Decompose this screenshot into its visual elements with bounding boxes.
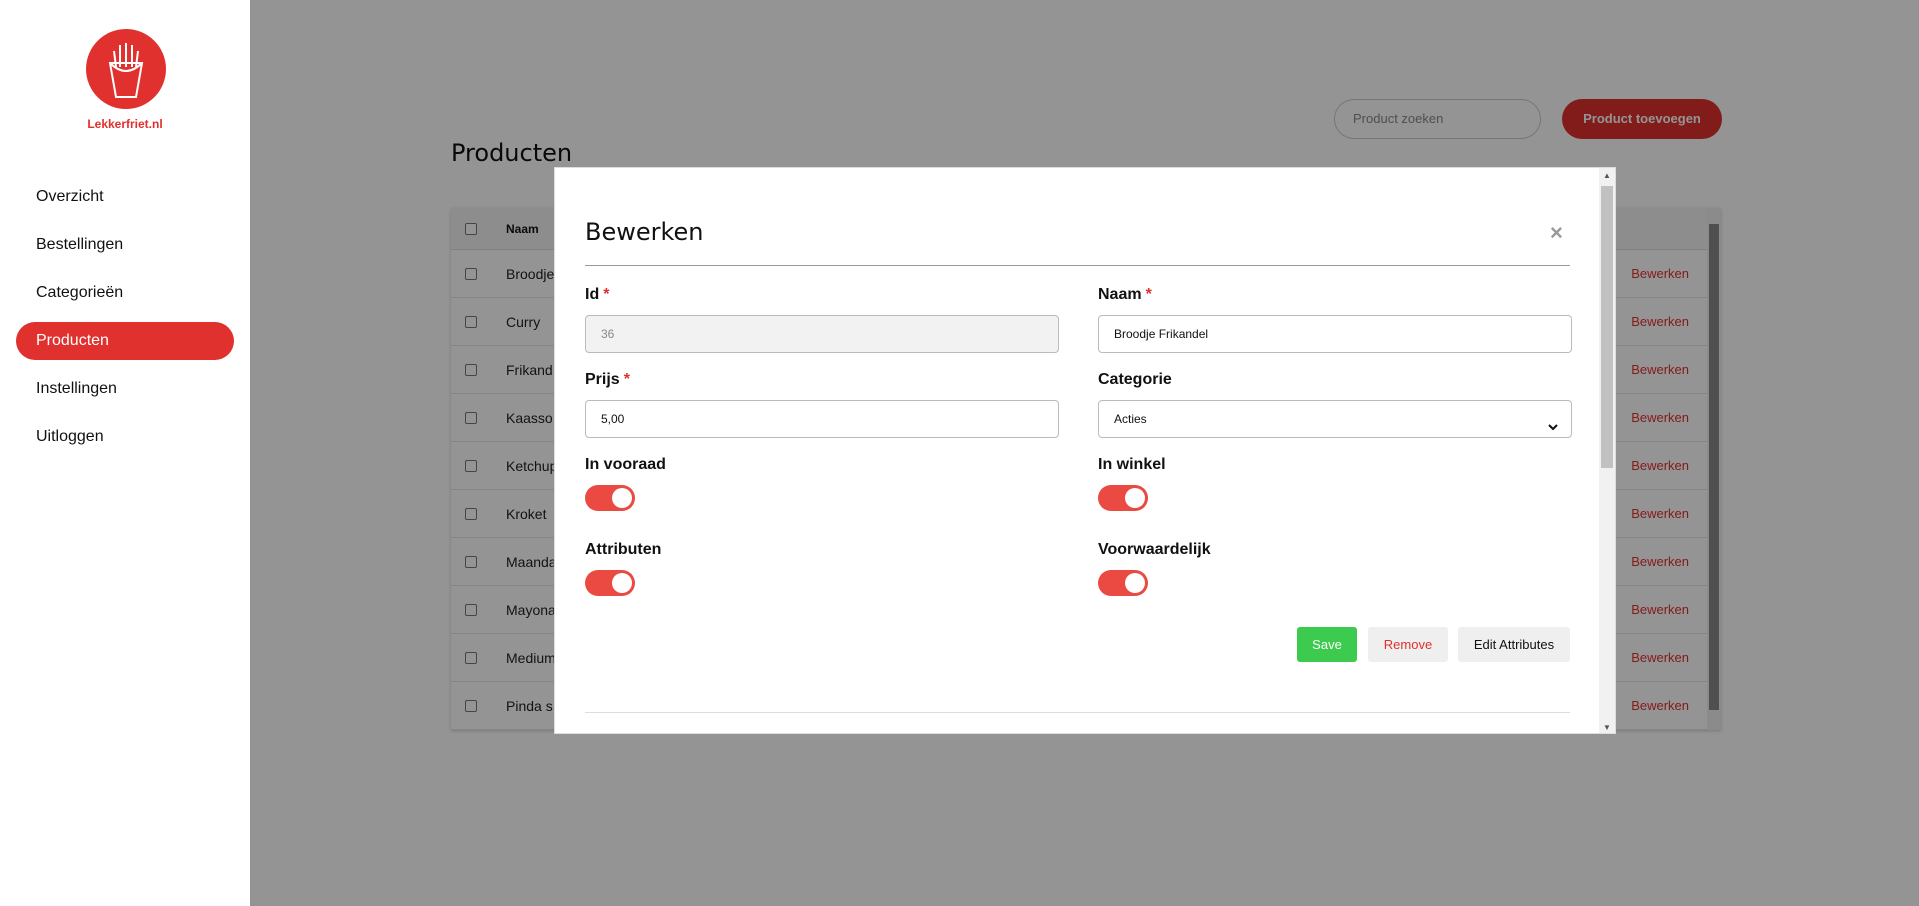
sidebar-item-uitloggen[interactable]: Uitloggen <box>16 418 234 456</box>
toggle-knob <box>1125 573 1145 593</box>
prijs-label-text: Prijs <box>585 371 620 388</box>
sidebar-item-instellingen[interactable]: Instellingen <box>16 370 234 408</box>
in-winkel-toggle[interactable] <box>1098 485 1148 511</box>
remove-button[interactable]: Remove <box>1368 627 1448 662</box>
toggle-knob <box>612 573 632 593</box>
categorie-label: Categorie <box>1098 371 1172 388</box>
scroll-down-icon[interactable]: ▼ <box>1603 723 1611 732</box>
sidebar-item-overzicht[interactable]: Overzicht <box>16 178 234 216</box>
brand-name: Lekkerfriet.nl <box>87 117 163 131</box>
in-vooraad-label: In vooraad <box>585 456 666 473</box>
required-mark: * <box>1145 286 1152 303</box>
id-label: Id * <box>585 286 609 304</box>
in-vooraad-toggle[interactable] <box>585 485 635 511</box>
modal-divider <box>585 265 1570 266</box>
modal-bottom-divider <box>585 712 1570 713</box>
edit-attributes-button[interactable]: Edit Attributes <box>1458 627 1570 662</box>
scroll-up-icon[interactable]: ▲ <box>1603 171 1611 180</box>
naam-label-text: Naam <box>1098 286 1142 303</box>
naam-field[interactable]: Broodje Frikandel <box>1098 315 1572 353</box>
sidebar-item-categorieen[interactable]: Categorieën <box>16 274 234 312</box>
required-mark: * <box>623 371 630 388</box>
modal-scrollbar[interactable]: ▲ ▼ <box>1599 168 1615 733</box>
categorie-value: Acties <box>1114 412 1147 426</box>
brand-logo-icon[interactable] <box>86 29 166 109</box>
save-button[interactable]: Save <box>1297 627 1357 662</box>
prijs-label: Prijs * <box>585 371 630 389</box>
modal-title: Bewerken <box>585 218 704 246</box>
modal-scrollbar-thumb[interactable] <box>1601 186 1613 468</box>
sidebar-nav: Overzicht Bestellingen Categorieën Produ… <box>16 178 234 466</box>
attributen-toggle[interactable] <box>585 570 635 596</box>
toggle-knob <box>612 488 632 508</box>
chevron-down-icon <box>1547 411 1559 447</box>
required-mark: * <box>603 286 610 303</box>
naam-label: Naam * <box>1098 286 1152 304</box>
toggle-knob <box>1125 488 1145 508</box>
in-winkel-label: In winkel <box>1098 456 1166 473</box>
voorwaardelijk-label: Voorwaardelijk <box>1098 541 1211 558</box>
id-label-text: Id <box>585 286 600 303</box>
sidebar-item-bestellingen[interactable]: Bestellingen <box>16 226 234 264</box>
sidebar: Lekkerfriet.nl Overzicht Bestellingen Ca… <box>0 0 250 906</box>
sidebar-item-producten[interactable]: Producten <box>16 322 234 360</box>
close-icon[interactable]: × <box>1550 220 1563 246</box>
id-field: 36 <box>585 315 1059 353</box>
attributen-label: Attributen <box>585 541 662 558</box>
voorwaardelijk-toggle[interactable] <box>1098 570 1148 596</box>
categorie-select[interactable]: Acties <box>1098 400 1572 438</box>
prijs-field[interactable]: 5,00 <box>585 400 1059 438</box>
edit-product-modal: Bewerken × Id * 36 Naam * Broodje Frikande… <box>554 167 1616 734</box>
